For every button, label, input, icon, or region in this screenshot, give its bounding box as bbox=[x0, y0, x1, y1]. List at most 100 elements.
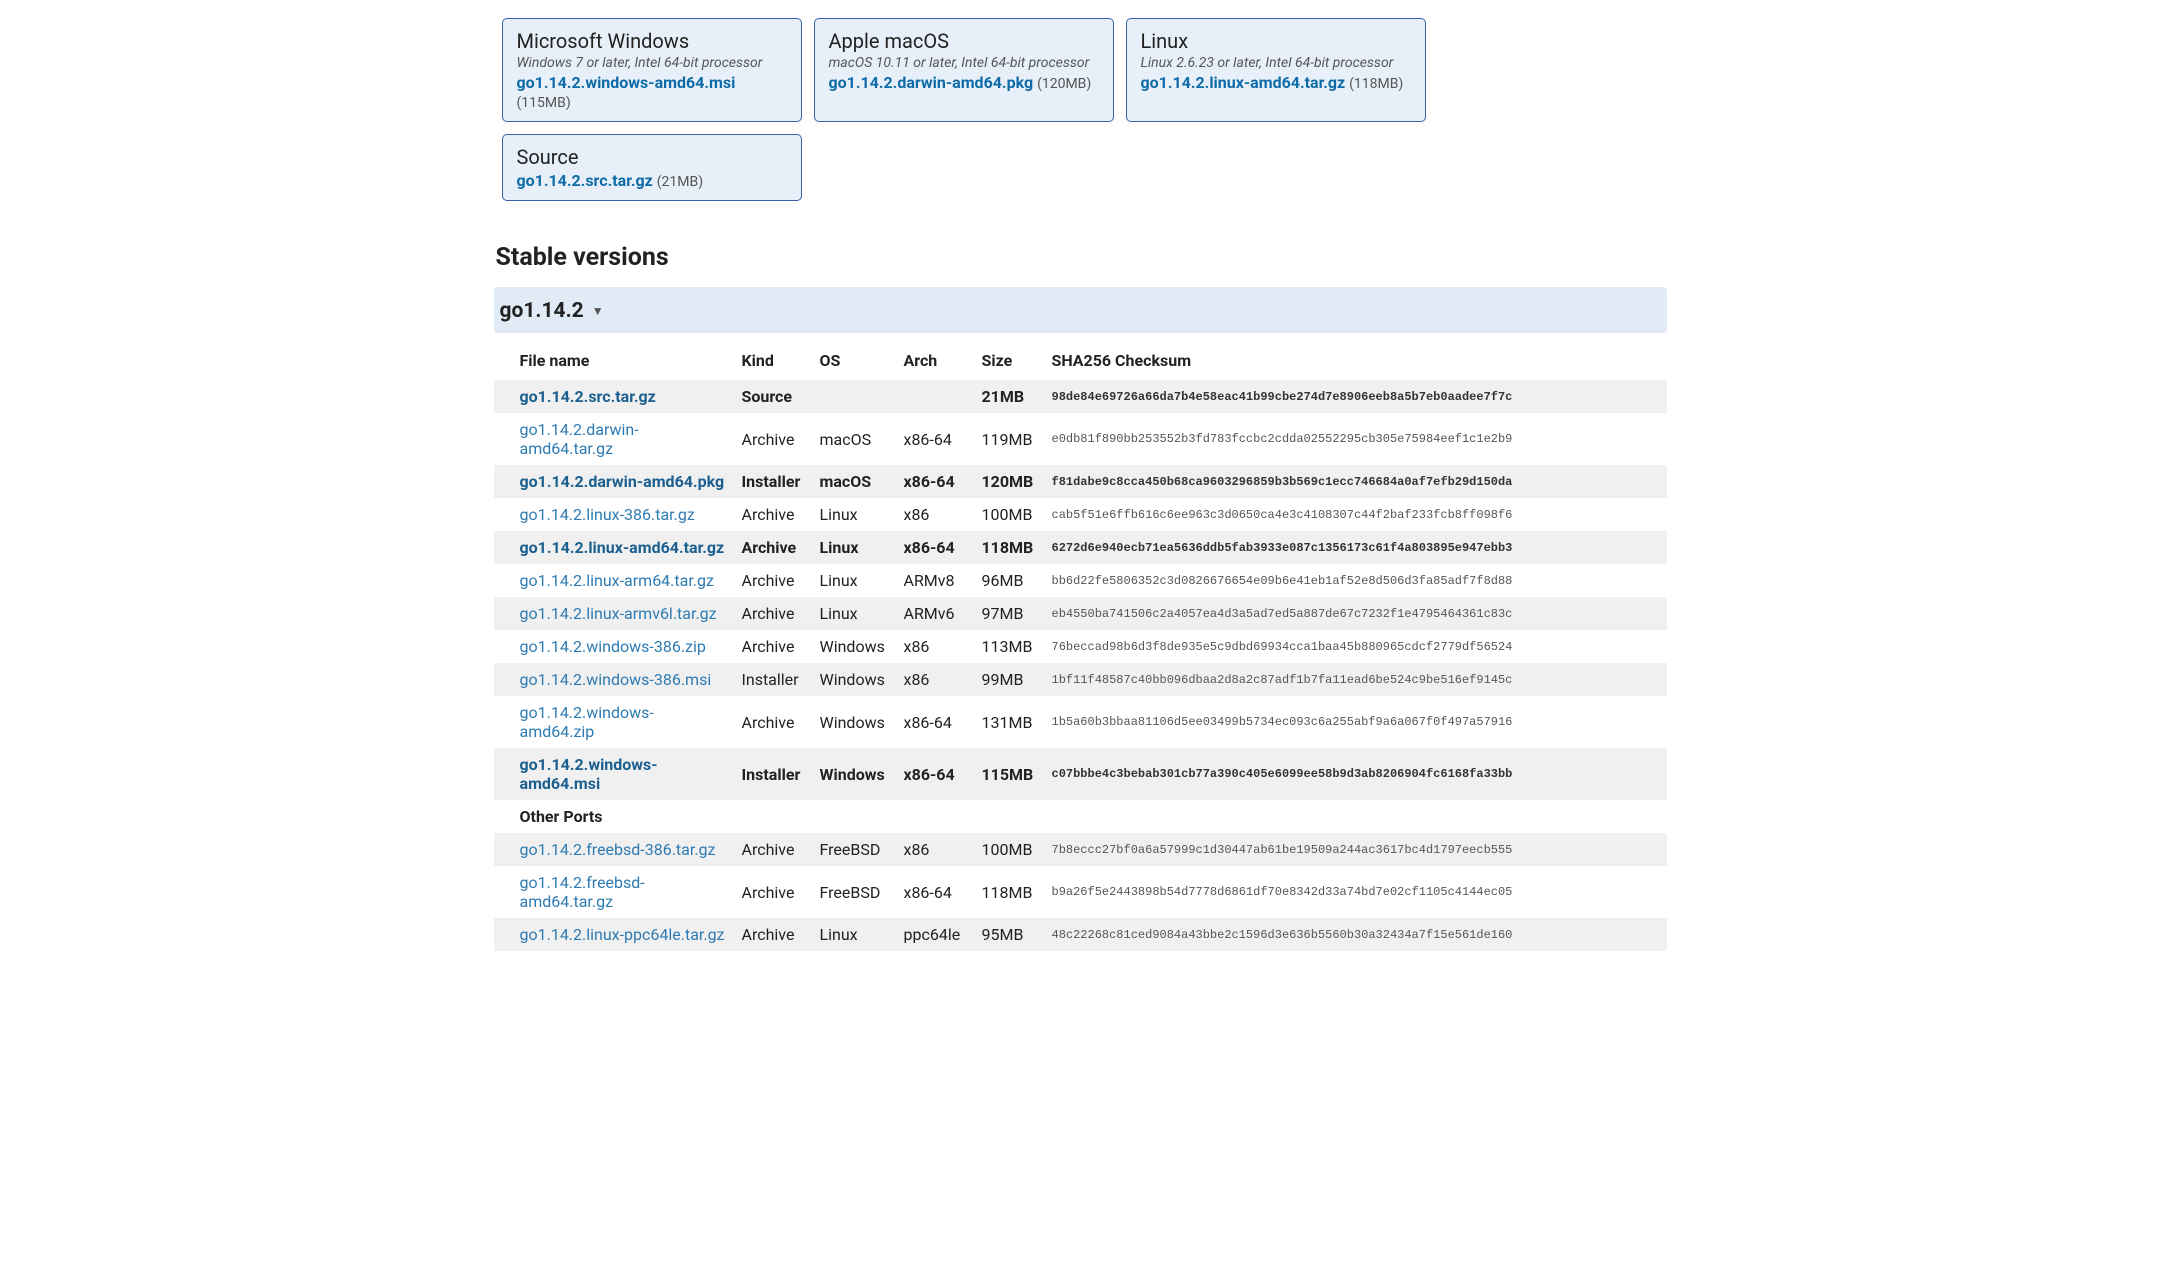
featured-size: (120MB) bbox=[1037, 76, 1091, 92]
cell-kind: Archive bbox=[734, 413, 812, 465]
download-link[interactable]: go1.14.2.linux-arm64.tar.gz bbox=[520, 571, 714, 590]
cell-os: Linux bbox=[812, 564, 896, 597]
cell-size: 115MB bbox=[974, 748, 1044, 800]
download-link[interactable]: go1.14.2.linux-ppc64le.tar.gz bbox=[520, 925, 725, 944]
cell-os: Linux bbox=[812, 531, 896, 564]
download-link[interactable]: go1.14.2.darwin-amd64.tar.gz bbox=[520, 420, 639, 458]
cell-os: FreeBSD bbox=[812, 866, 896, 918]
cell-sha: e0db81f890bb253552b3fd783fccbc2cdda02552… bbox=[1044, 413, 1667, 465]
featured-box[interactable]: Sourcego1.14.2.src.tar.gz (21MB) bbox=[502, 134, 802, 201]
cell-sha: cab5f51e6ffb616c6ee963c3d0650ca4e3c41083… bbox=[1044, 498, 1667, 531]
download-link[interactable]: go1.14.2.darwin-amd64.pkg bbox=[520, 472, 725, 491]
cell-os bbox=[812, 380, 896, 413]
download-link[interactable]: go1.14.2.freebsd-amd64.tar.gz bbox=[520, 873, 645, 911]
download-link[interactable]: go1.14.2.linux-armv6l.tar.gz bbox=[520, 604, 717, 623]
cell-arch: x86-64 bbox=[896, 866, 974, 918]
featured-title: Microsoft Windows bbox=[517, 29, 787, 53]
cell-os: Windows bbox=[812, 748, 896, 800]
table-row: go1.14.2.windows-386.msiInstallerWindows… bbox=[494, 663, 1667, 696]
cell-size: 100MB bbox=[974, 498, 1044, 531]
table-row: go1.14.2.linux-amd64.tar.gz ArchiveLinuxx… bbox=[494, 531, 1667, 564]
cell-arch: x86-64 bbox=[896, 696, 974, 748]
featured-file-link[interactable]: go1.14.2.linux-amd64.tar.gz bbox=[1141, 73, 1346, 92]
cell-size: 118MB bbox=[974, 866, 1044, 918]
cell-kind: Archive bbox=[734, 531, 812, 564]
cell-kind: Installer bbox=[734, 465, 812, 498]
table-row: go1.14.2.darwin-amd64.pkgInstallermacOSx… bbox=[494, 465, 1667, 498]
col-os: OS bbox=[812, 341, 896, 380]
col-file: File name bbox=[494, 341, 734, 380]
downloads-table: File name Kind OS Arch Size SHA256 Check… bbox=[494, 341, 1667, 951]
featured-box[interactable]: Linux Linux 2.6.23 or later, Intel 64-bit… bbox=[1126, 18, 1426, 122]
table-header-row: File name Kind OS Arch Size SHA256 Check… bbox=[494, 341, 1667, 380]
featured-subtitle: macOS 10.11 or later, Intel 64-bit proce… bbox=[829, 55, 1099, 71]
featured-title: Source bbox=[517, 145, 787, 169]
featured-box[interactable]: Microsoft Windows Windows 7 or later, Int… bbox=[502, 18, 802, 122]
download-link[interactable]: go1.14.2.linux-386.tar.gz bbox=[520, 505, 695, 524]
table-row: go1.14.2.linux-ppc64le.tar.gz ArchiveLinu… bbox=[494, 918, 1667, 951]
col-arch: Arch bbox=[896, 341, 974, 380]
cell-sha: 76beccad98b6d3f8de935e5c9dbd69934cca1baa… bbox=[1044, 630, 1667, 663]
table-row: go1.14.2.windows-386.zipArchiveWindowsx8… bbox=[494, 630, 1667, 663]
section-title-stable: Stable versions bbox=[496, 243, 1667, 272]
cell-os: Windows bbox=[812, 663, 896, 696]
cell-sha: 98de84e69726a66da7b4e58eac41b99cbe274d7e… bbox=[1044, 380, 1667, 413]
cell-os: Windows bbox=[812, 630, 896, 663]
cell-kind: Installer bbox=[734, 748, 812, 800]
cell-size: 118MB bbox=[974, 531, 1044, 564]
cell-size: 119MB bbox=[974, 413, 1044, 465]
download-link[interactable]: go1.14.2.windows-386.msi bbox=[520, 670, 712, 689]
table-row: go1.14.2.windows-amd64.msi InstallerWindo… bbox=[494, 748, 1667, 800]
cell-kind: Archive bbox=[734, 630, 812, 663]
download-link[interactable]: go1.14.2.linux-amd64.tar.gz bbox=[520, 538, 725, 557]
cell-kind: Archive bbox=[734, 866, 812, 918]
cell-size: 95MB bbox=[974, 918, 1044, 951]
cell-arch: x86-64 bbox=[896, 531, 974, 564]
download-link[interactable]: go1.14.2.windows-amd64.msi bbox=[520, 755, 658, 793]
featured-title: Linux bbox=[1141, 29, 1411, 53]
other-ports-header: Other Ports bbox=[494, 800, 1667, 833]
cell-size: 113MB bbox=[974, 630, 1044, 663]
table-row: go1.14.2.linux-arm64.tar.gzArchiveLinuxA… bbox=[494, 564, 1667, 597]
chevron-down-icon: ▼ bbox=[592, 304, 604, 318]
featured-downloads: Microsoft Windows Windows 7 or later, Int… bbox=[494, 0, 1667, 213]
cell-sha: 7b8eccc27bf0a6a57999c1d30447ab61be19509a… bbox=[1044, 833, 1667, 866]
cell-arch: x86-64 bbox=[896, 413, 974, 465]
cell-size: 99MB bbox=[974, 663, 1044, 696]
cell-os: macOS bbox=[812, 413, 896, 465]
download-link[interactable]: go1.14.2.src.tar.gz bbox=[520, 387, 656, 406]
download-link[interactable]: go1.14.2.freebsd-386.tar.gz bbox=[520, 840, 716, 859]
cell-sha: 6272d6e940ecb71ea5636ddb5fab3933e087c135… bbox=[1044, 531, 1667, 564]
col-size: Size bbox=[974, 341, 1044, 380]
featured-size: (118MB) bbox=[1349, 76, 1403, 92]
featured-file-link[interactable]: go1.14.2.darwin-amd64.pkg bbox=[829, 73, 1034, 92]
cell-os: Linux bbox=[812, 498, 896, 531]
cell-os: Windows bbox=[812, 696, 896, 748]
download-link[interactable]: go1.14.2.windows-386.zip bbox=[520, 637, 706, 656]
cell-arch: x86 bbox=[896, 498, 974, 531]
cell-kind: Source bbox=[734, 380, 812, 413]
cell-arch: x86-64 bbox=[896, 465, 974, 498]
cell-size: 120MB bbox=[974, 465, 1044, 498]
featured-title: Apple macOS bbox=[829, 29, 1099, 53]
table-row: go1.14.2.linux-armv6l.tar.gzArchiveLinux… bbox=[494, 597, 1667, 630]
download-link[interactable]: go1.14.2.windows-amd64.zip bbox=[520, 703, 654, 741]
cell-size: 21MB bbox=[974, 380, 1044, 413]
table-row: go1.14.2.freebsd-386.tar.gzArchiveFreeBS… bbox=[494, 833, 1667, 866]
cell-arch: ARMv6 bbox=[896, 597, 974, 630]
featured-subtitle: Linux 2.6.23 or later, Intel 64-bit proc… bbox=[1141, 55, 1411, 71]
cell-size: 96MB bbox=[974, 564, 1044, 597]
col-kind: Kind bbox=[734, 341, 812, 380]
cell-kind: Archive bbox=[734, 696, 812, 748]
cell-arch bbox=[896, 380, 974, 413]
featured-file-link[interactable]: go1.14.2.windows-amd64.msi bbox=[517, 73, 736, 92]
cell-size: 97MB bbox=[974, 597, 1044, 630]
version-toggle[interactable]: go1.14.2 ▼ bbox=[494, 287, 1667, 333]
cell-os: FreeBSD bbox=[812, 833, 896, 866]
featured-box[interactable]: Apple macOS macOS 10.11 or later, Intel 6… bbox=[814, 18, 1114, 122]
cell-kind: Archive bbox=[734, 918, 812, 951]
cell-kind: Archive bbox=[734, 597, 812, 630]
featured-file-link[interactable]: go1.14.2.src.tar.gz bbox=[517, 171, 653, 190]
cell-os: Linux bbox=[812, 918, 896, 951]
featured-subtitle: Windows 7 or later, Intel 64-bit process… bbox=[517, 55, 787, 71]
